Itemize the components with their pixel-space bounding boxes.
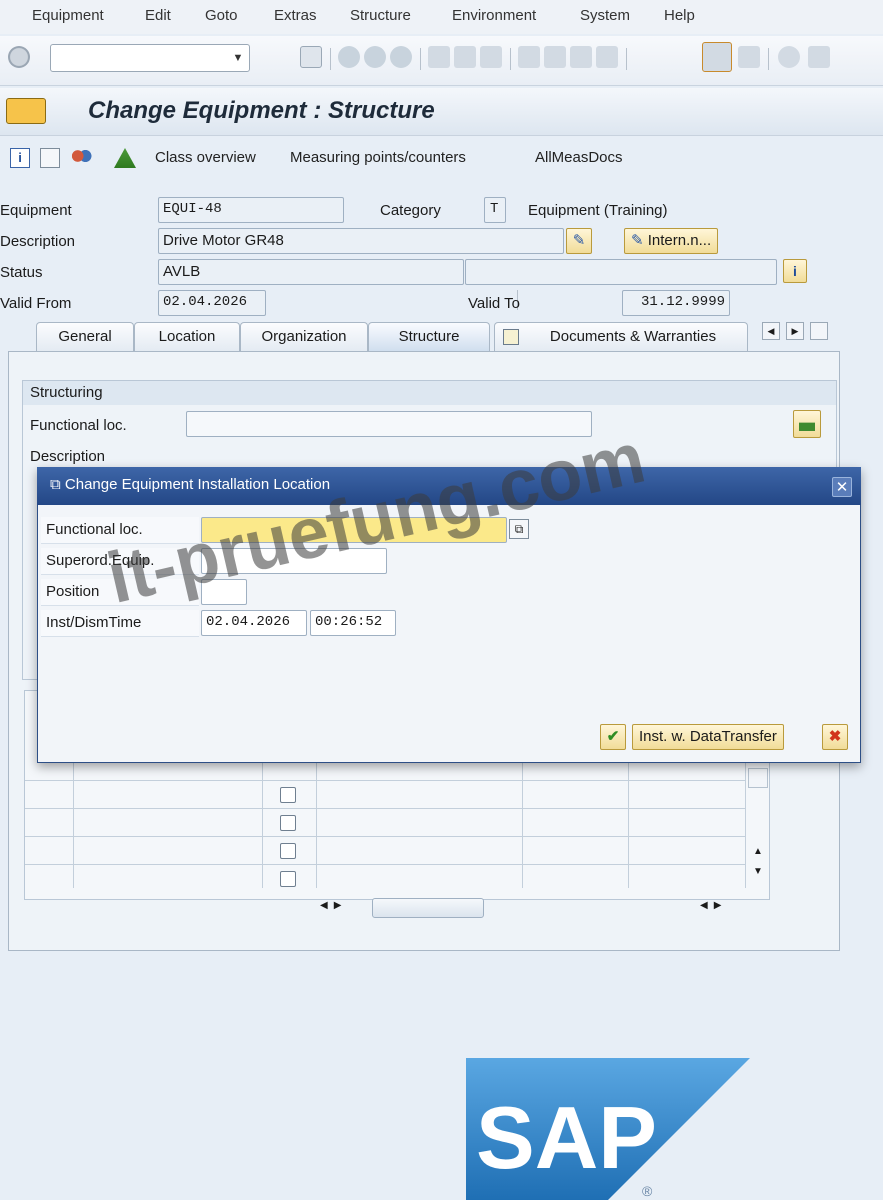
tab-scroll-left-icon[interactable]: ◀: [762, 322, 780, 340]
tab-list-icon[interactable]: [810, 322, 828, 340]
application-toolbar: i Class overview Measuring points/counte…: [0, 140, 883, 310]
status-info-icon[interactable]: i: [783, 259, 807, 283]
equipment-field[interactable]: EQUI-48: [158, 197, 344, 223]
horizontal-scrollbar[interactable]: [372, 898, 484, 918]
class-overview-button[interactable]: Class overview: [155, 149, 256, 166]
category-label: Category: [380, 202, 441, 219]
exit-icon[interactable]: [364, 46, 386, 68]
all-meas-docs-button[interactable]: AllMeasDocs: [535, 149, 623, 166]
page-title: Change Equipment : Structure: [88, 97, 435, 124]
intern-note-label: Intern.n...: [647, 232, 712, 249]
save-icon[interactable]: [300, 46, 322, 68]
tab-scroll-right-icon[interactable]: ▶: [786, 322, 804, 340]
functional-loc-field[interactable]: [186, 411, 592, 437]
next-page-icon[interactable]: [570, 46, 592, 68]
valid-to-field[interactable]: 31.12.9999: [622, 290, 730, 316]
shortcut-icon[interactable]: [738, 46, 760, 68]
horizontal-scroll-arrows-right-icon[interactable]: ◀▶: [700, 900, 740, 916]
status-field[interactable]: AVLB: [158, 259, 464, 285]
measuring-points-button[interactable]: Measuring points/counters: [290, 149, 466, 166]
info-icon[interactable]: i: [10, 148, 30, 168]
previous-page-icon[interactable]: [544, 46, 566, 68]
command-dropdown-icon[interactable]: ▼: [226, 44, 250, 72]
transaction-menu-icon[interactable]: [6, 98, 46, 124]
intern-note-button[interactable]: ✎ Intern.n...: [624, 228, 719, 254]
valid-to-label: Valid To: [468, 295, 520, 312]
tab-general[interactable]: General: [36, 322, 134, 352]
menu-help[interactable]: Help: [664, 7, 695, 24]
command-field[interactable]: [50, 44, 250, 72]
tab-documents-label: Documents & Warranties: [549, 328, 717, 345]
cancel-x-icon[interactable]: ✖: [822, 724, 848, 750]
structuring-title: Structuring: [23, 381, 836, 405]
print-icon[interactable]: [428, 46, 450, 68]
tab-structure[interactable]: Structure: [368, 322, 490, 352]
menu-bar: Equipment Edit Goto Extras Structure Env…: [0, 0, 883, 34]
svg-text:®: ®: [642, 1183, 653, 1199]
status-label: Status: [0, 264, 43, 281]
equipment-label: Equipment: [0, 202, 72, 219]
dialog-window-icon: ⧉: [50, 476, 65, 493]
menu-system[interactable]: System: [580, 7, 630, 24]
structuring-description-label: Description: [30, 448, 106, 465]
description-field[interactable]: Drive Motor GR48: [158, 228, 564, 254]
cancel-icon[interactable]: [390, 46, 412, 68]
install-with-data-transfer-button[interactable]: Inst. w. DataTransfer: [632, 724, 784, 750]
title-bar: Change Equipment : Structure: [0, 88, 883, 136]
edit-long-text-icon[interactable]: [40, 148, 60, 168]
structure-icon[interactable]: [114, 148, 136, 168]
row-checkbox[interactable]: [280, 815, 296, 831]
sap-logo: SAP ®: [466, 1058, 750, 1200]
scroll-down-icon[interactable]: ▼: [748, 866, 768, 882]
scroll-up-icon[interactable]: ▲: [748, 846, 768, 862]
menu-edit[interactable]: Edit: [145, 7, 171, 24]
sap-logo-text: SAP: [476, 1088, 657, 1187]
help-icon[interactable]: [778, 46, 800, 68]
dialog-inst-date-input[interactable]: 02.04.2026: [201, 610, 307, 636]
first-page-icon[interactable]: [518, 46, 540, 68]
find-icon[interactable]: [454, 46, 476, 68]
tab-documents-warranties[interactable]: Documents & Warranties: [494, 322, 748, 352]
dialog-inst-time-input[interactable]: 00:26:52: [310, 610, 396, 636]
functional-loc-label: Functional loc.: [30, 417, 127, 434]
category-field[interactable]: T: [484, 197, 506, 223]
table-scroll-handle[interactable]: [748, 768, 768, 788]
dialog-title: ⧉ Change Equipment Installation Location: [50, 476, 330, 493]
row-checkbox[interactable]: [280, 843, 296, 859]
find-next-icon[interactable]: [480, 46, 502, 68]
system-toolbar: ▼: [0, 36, 883, 86]
valid-from-field[interactable]: 02.04.2026: [158, 290, 266, 316]
back-icon[interactable]: [338, 46, 360, 68]
menu-extras[interactable]: Extras: [274, 7, 317, 24]
pencil-icon: ✎: [631, 232, 648, 249]
document-icon: [503, 329, 519, 345]
dialog-title-text: Change Equipment Installation Location: [64, 476, 331, 493]
enter-icon[interactable]: [8, 46, 30, 68]
category-description: Equipment (Training): [528, 202, 668, 219]
tab-organization[interactable]: Organization: [240, 322, 368, 352]
menu-environment[interactable]: Environment: [452, 7, 536, 24]
menu-structure[interactable]: Structure: [350, 7, 411, 24]
status-extended-field: [465, 259, 777, 285]
menu-goto[interactable]: Goto: [205, 7, 238, 24]
continue-check-icon[interactable]: ✔: [600, 724, 626, 750]
layout-icon[interactable]: [808, 46, 830, 68]
row-checkbox[interactable]: [280, 787, 296, 803]
tab-location[interactable]: Location: [134, 322, 240, 352]
long-text-edit-icon[interactable]: ✎: [566, 228, 592, 254]
horizontal-scroll-arrows-icon[interactable]: ◀▶: [320, 900, 360, 916]
hierarchy-icon[interactable]: [793, 410, 821, 438]
row-checkbox[interactable]: [280, 871, 296, 887]
menu-equipment[interactable]: Equipment: [32, 7, 104, 24]
description-label: Description: [0, 233, 76, 250]
new-session-icon[interactable]: [702, 42, 732, 72]
valid-from-label: Valid From: [0, 295, 72, 312]
partner-icon[interactable]: [70, 148, 92, 168]
last-page-icon[interactable]: [596, 46, 618, 68]
dialog-close-icon[interactable]: ✕: [832, 477, 852, 497]
